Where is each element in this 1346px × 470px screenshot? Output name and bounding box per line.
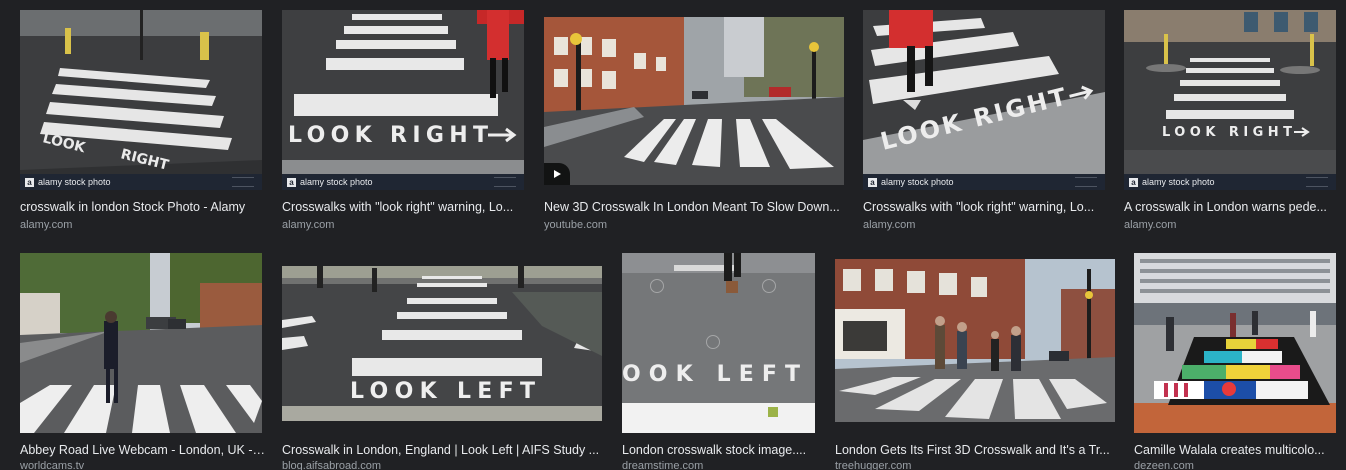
result-thumbnail[interactable]: OOK LEFT — [622, 253, 815, 433]
watermark-id — [232, 177, 254, 187]
svg-text:RIGHT: RIGHT — [119, 146, 171, 173]
painted-road-text: LOOK RIGHT — [288, 123, 488, 148]
dreamstime-watermark-icon — [762, 279, 776, 293]
result-source[interactable]: alamy.com — [282, 218, 528, 232]
result-source[interactable]: alamy.com — [1124, 218, 1346, 232]
watermark-id — [494, 177, 516, 187]
result-card[interactable]: LOOK RIGHT a alamy stock photo crosswalk… — [16, 10, 266, 235]
result-title[interactable]: London crosswalk stock image.... — [622, 442, 820, 458]
result-title[interactable]: A crosswalk in London warns pede... — [1124, 199, 1346, 215]
result-source[interactable]: youtube.com — [544, 218, 848, 232]
result-card[interactable]: LOOK RIGHT a alamy stock photo Crosswalk… — [859, 10, 1109, 235]
result-thumbnail[interactable]: LOOK RIGHT a alamy stock photo — [20, 10, 262, 190]
watermark-id — [1075, 177, 1097, 187]
result-title[interactable]: Crosswalk in London, England | Look Left… — [282, 442, 608, 458]
alamy-logo-icon: a — [25, 177, 34, 187]
result-card[interactable]: Abbey Road Live Webcam - London, UK - ..… — [16, 253, 266, 470]
result-thumbnail[interactable]: LOOK RIGHT a alamy stock photo — [863, 10, 1105, 190]
watermark-bar: a alamy stock photo — [1124, 174, 1336, 190]
painted-road-text: LOOK RIGHT — [878, 83, 1070, 156]
image-results-grid: LOOK RIGHT a alamy stock photo crosswalk… — [0, 0, 1346, 470]
watermark-text: alamy stock photo — [300, 177, 373, 187]
result-title[interactable]: Camille Walala creates multicolo... — [1134, 442, 1346, 458]
result-source[interactable]: alamy.com — [863, 218, 1109, 232]
painted-road-text: LOOK RIGHT — [1162, 125, 1292, 140]
result-card[interactable]: LOOK LEFT Crosswalk in London, England |… — [278, 253, 608, 470]
result-source[interactable]: blog.aifsabroad.com — [282, 459, 608, 470]
svg-text:LOOK: LOOK — [41, 130, 88, 156]
watermark-bar: a alamy stock photo — [282, 174, 524, 190]
result-title[interactable]: Abbey Road Live Webcam - London, UK - ..… — [20, 442, 266, 458]
alamy-logo-icon: a — [1129, 177, 1138, 187]
alamy-logo-icon: a — [868, 177, 877, 187]
painted-road-text: LOOK LEFT — [350, 379, 535, 404]
result-source[interactable]: dezeen.com — [1134, 459, 1346, 470]
watermark-text: alamy stock photo — [881, 177, 954, 187]
result-title[interactable]: Crosswalks with "look right" warning, Lo… — [863, 199, 1109, 215]
watermark-text: alamy stock photo — [38, 177, 111, 187]
result-card[interactable]: LOOK RIGHT a alamy stock photo Crosswalk… — [278, 10, 528, 235]
result-thumbnail[interactable] — [544, 17, 844, 185]
result-thumbnail[interactable]: LOOK RIGHT a alamy stock photo — [1124, 10, 1336, 190]
result-thumbnail[interactable] — [835, 259, 1115, 422]
watermark-bar: a alamy stock photo — [863, 174, 1105, 190]
result-source[interactable]: worldcams.tv — [20, 459, 266, 470]
watermark-bar: a alamy stock photo — [20, 174, 262, 190]
dreamstime-watermark-icon — [650, 279, 664, 293]
play-icon[interactable] — [544, 163, 570, 185]
result-source[interactable]: dreamstime.com — [622, 459, 820, 470]
result-card[interactable]: New 3D Crosswalk In London Meant To Slow… — [540, 10, 848, 235]
result-card[interactable]: London Gets Its First 3D Crosswalk and I… — [831, 253, 1121, 470]
alamy-logo-icon: a — [287, 177, 296, 187]
result-card[interactable]: OOK LEFT London crosswalk stock image...… — [618, 253, 820, 470]
result-title[interactable]: Crosswalks with "look right" warning, Lo… — [282, 199, 528, 215]
result-card[interactable]: Camille Walala creates multicolo... deze… — [1130, 253, 1346, 470]
dreamstime-watermark-icon — [706, 335, 720, 349]
result-source[interactable]: alamy.com — [20, 218, 266, 232]
result-thumbnail[interactable] — [20, 253, 262, 433]
watermark-text: alamy stock photo — [1142, 177, 1215, 187]
painted-road-text: OOK LEFT — [622, 362, 800, 387]
result-title[interactable]: London Gets Its First 3D Crosswalk and I… — [835, 442, 1121, 458]
result-source[interactable]: treehugger.com — [835, 459, 1121, 470]
result-title[interactable]: New 3D Crosswalk In London Meant To Slow… — [544, 199, 848, 215]
result-thumbnail[interactable]: LOOK LEFT — [282, 266, 602, 421]
result-thumbnail[interactable] — [1134, 253, 1336, 433]
result-thumbnail[interactable]: LOOK RIGHT a alamy stock photo — [282, 10, 524, 190]
watermark-id — [1306, 177, 1328, 187]
result-card[interactable]: LOOK RIGHT a alamy stock photo A crosswa… — [1120, 10, 1346, 235]
result-title[interactable]: crosswalk in london Stock Photo - Alamy — [20, 199, 266, 215]
